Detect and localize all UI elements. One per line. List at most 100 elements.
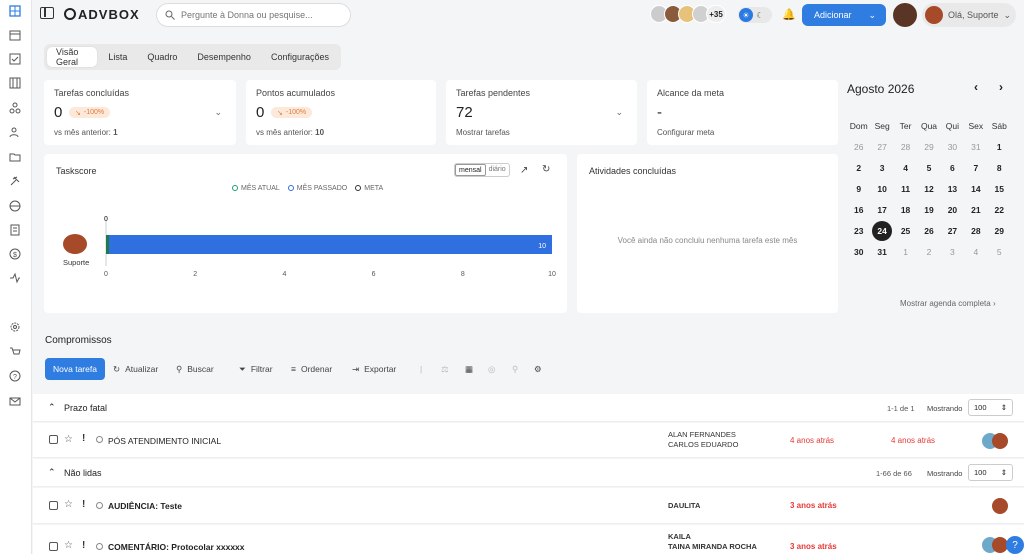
show-tasks-link[interactable]: Mostrar tarefas	[456, 128, 510, 137]
target-icon[interactable]: ◎	[488, 364, 495, 375]
brand-logo[interactable]: ADVBOX	[64, 7, 140, 22]
task-name[interactable]: COMENTÁRIO: Protocolar xxxxxx	[108, 542, 245, 552]
kpi-card-pending[interactable]: Tarefas pendentes 72 Mostrar tarefas ⌄	[446, 80, 637, 145]
star-icon[interactable]: ☆	[64, 540, 73, 551]
gavel-icon[interactable]	[8, 174, 22, 188]
status-circle-icon[interactable]	[96, 543, 103, 550]
calendar-day[interactable]: 10	[870, 181, 893, 197]
chevron-down-icon[interactable]: ⌄	[214, 107, 222, 118]
task-name[interactable]: PÓS ATENDIMENTO INICIAL	[108, 436, 221, 446]
calendar-day[interactable]: 2	[847, 160, 870, 176]
calendar-day[interactable]: 2	[917, 244, 940, 260]
sort-button[interactable]: ≡ Ordenar	[291, 364, 332, 374]
theme-toggle[interactable]: ☀ ☾	[738, 7, 772, 23]
calendar-icon[interactable]: ▦	[465, 364, 473, 375]
calendar-day[interactable]: 14	[964, 181, 987, 197]
calendar-day[interactable]: 26	[917, 223, 940, 239]
table-row[interactable]: ☆ ! PÓS ATENDIMENTO INICIAL ALAN FERNAND…	[33, 423, 1024, 458]
calendar-day[interactable]: 13	[941, 181, 964, 197]
calendar-day[interactable]: 22	[988, 202, 1011, 218]
calendar-day[interactable]: 5	[988, 244, 1011, 260]
document-icon[interactable]	[8, 223, 22, 237]
calendar-day[interactable]: 8	[988, 160, 1011, 176]
show-full-agenda-link[interactable]: Mostrar agenda completa ›	[900, 299, 996, 308]
filter-button[interactable]: ⏷ Filtrar	[239, 364, 273, 375]
calendar-day[interactable]: 1	[894, 244, 917, 260]
calendar-day[interactable]: 18	[894, 202, 917, 218]
tab-visao-geral[interactable]: Visão Geral	[47, 47, 98, 67]
calendar-day[interactable]: 19	[917, 202, 940, 218]
calendar-day[interactable]: 15	[988, 181, 1011, 197]
row-checkbox[interactable]	[49, 542, 58, 551]
calendar-day[interactable]: 26	[847, 139, 870, 155]
calendar-day[interactable]: 1	[988, 139, 1011, 155]
calendar-day[interactable]: 16	[847, 202, 870, 218]
calendar-day[interactable]: 11	[894, 181, 917, 197]
calendar-day[interactable]: 29	[988, 223, 1011, 239]
calendar-day[interactable]: 4	[894, 160, 917, 176]
folder-icon[interactable]	[8, 150, 22, 164]
activity-icon[interactable]	[8, 271, 22, 285]
calendar-day-today[interactable]: 24	[872, 221, 893, 241]
row-checkbox[interactable]	[49, 501, 58, 510]
row-checkbox[interactable]	[49, 435, 58, 444]
calendar-day[interactable]: 28	[894, 139, 917, 155]
calendar-day[interactable]: 30	[847, 244, 870, 260]
chevron-up-icon[interactable]: ⌃	[48, 467, 56, 478]
person-icon[interactable]: ⚲	[512, 364, 518, 375]
network-icon[interactable]	[8, 101, 22, 115]
priority-icon[interactable]: !	[82, 540, 85, 551]
sidebar-toggle-icon[interactable]	[40, 7, 54, 19]
calendar-icon[interactable]	[8, 28, 22, 42]
chevron-right-icon[interactable]: ›	[999, 80, 1003, 94]
cart-icon[interactable]	[8, 345, 22, 359]
priority-icon[interactable]: !	[82, 499, 85, 510]
calendar-day[interactable]: 27	[870, 139, 893, 155]
calendar-day[interactable]: 9	[847, 181, 870, 197]
calendar-day[interactable]: 20	[941, 202, 964, 218]
gavel-icon[interactable]: ⚖	[441, 364, 449, 375]
calendar-day[interactable]: 30	[941, 139, 964, 155]
calendar-day[interactable]: 3	[870, 160, 893, 176]
user-photo[interactable]	[893, 3, 917, 27]
status-circle-icon[interactable]	[96, 436, 103, 443]
priority-icon[interactable]: !	[82, 433, 85, 444]
settings-icon[interactable]: ⚙	[534, 364, 542, 375]
group-header-prazo-fatal[interactable]: ⌃ Prazo fatal 1-1 de 1 Mostrando 100 ⇕	[33, 394, 1024, 422]
calendar-day[interactable]: 3	[941, 244, 964, 260]
tab-quadro[interactable]: Quadro	[138, 47, 186, 67]
search-input[interactable]	[181, 10, 331, 20]
calendar-day[interactable]: 25	[894, 223, 917, 239]
configure-goal-link[interactable]: Configurar meta	[657, 128, 714, 137]
page-size-select[interactable]: 100 ⇕	[968, 464, 1013, 481]
tab-desempenho[interactable]: Desempenho	[188, 47, 260, 67]
calendar-day[interactable]: 29	[917, 139, 940, 155]
calendar-day[interactable]: 5	[917, 160, 940, 176]
mail-icon[interactable]	[8, 394, 22, 408]
calendar-day[interactable]: 17	[870, 202, 893, 218]
calendar-day[interactable]: 7	[964, 160, 987, 176]
calendar-day[interactable]: 31	[964, 139, 987, 155]
settings-icon[interactable]	[8, 320, 22, 334]
chevron-left-icon[interactable]: ‹	[974, 80, 978, 94]
page-size-select[interactable]: 100 ⇕	[968, 399, 1013, 416]
status-circle-icon[interactable]	[96, 502, 103, 509]
team-avatars[interactable]: +35	[650, 5, 726, 23]
board-icon[interactable]	[8, 76, 22, 90]
task-name[interactable]: AUDIÊNCIA: Teste	[108, 501, 182, 511]
kpi-card-completed[interactable]: Tarefas concluídas 0 ↘ -100% vs mês anter…	[44, 80, 236, 145]
user-menu[interactable]: Olá, Suporte ⌄	[922, 3, 1016, 27]
refresh-button[interactable]: ↻ Atualizar	[113, 364, 158, 375]
table-row[interactable]: ☆ ! AUDIÊNCIA: Teste DAULITA 3 anos atrá…	[33, 488, 1024, 524]
finance-icon[interactable]: $	[8, 247, 22, 261]
help-button[interactable]: ?	[1006, 536, 1024, 554]
table-row[interactable]: ☆ ! COMENTÁRIO: Protocolar xxxxxx KAILA T…	[33, 525, 1024, 554]
star-icon[interactable]: ☆	[64, 434, 73, 445]
calendar-day[interactable]: 27	[941, 223, 964, 239]
globe-icon[interactable]	[8, 199, 22, 213]
help-circle-icon[interactable]: ?	[8, 369, 22, 383]
calendar-day[interactable]: 28	[964, 223, 987, 239]
search-bar[interactable]	[156, 3, 351, 27]
calendar-day[interactable]: 21	[964, 202, 987, 218]
chevron-down-icon[interactable]: ⌄	[615, 107, 623, 118]
